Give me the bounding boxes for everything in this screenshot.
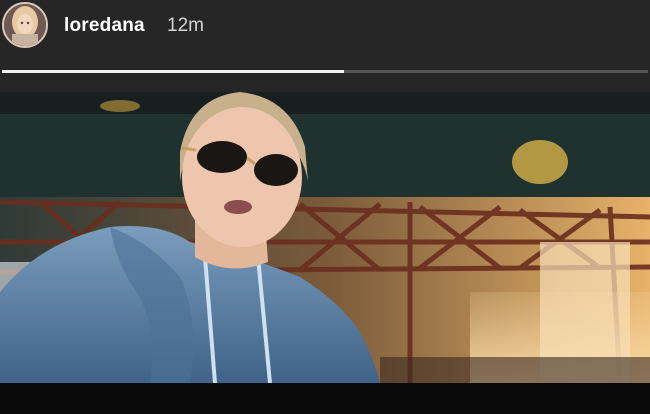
story-media[interactable]: [0, 92, 650, 383]
story-footer: [0, 383, 650, 414]
story-image: [0, 92, 650, 383]
avatar[interactable]: [2, 2, 48, 48]
story-header: loredana 12m: [0, 0, 650, 68]
username[interactable]: loredana: [64, 15, 145, 37]
story-progress-bar: [2, 70, 648, 73]
avatar-icon: [4, 4, 46, 46]
post-time: 12m: [167, 15, 204, 36]
story-progress-fill: [2, 70, 345, 73]
